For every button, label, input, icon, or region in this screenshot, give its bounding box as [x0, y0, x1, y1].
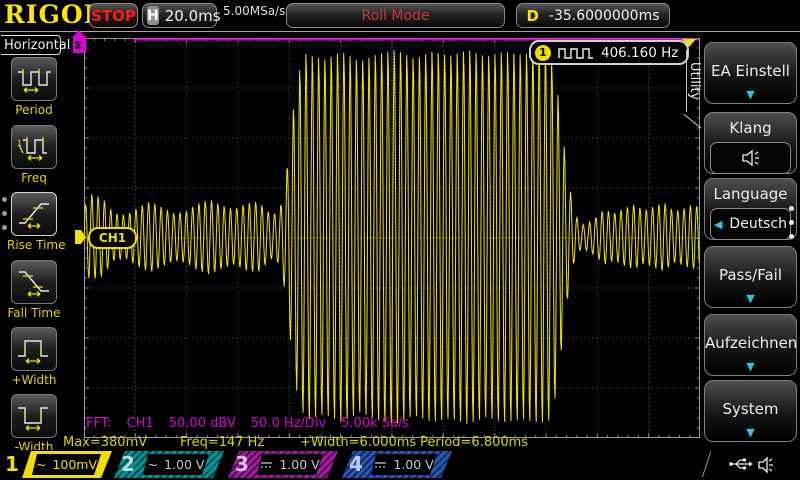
- left-menu-title: Horizontal: [1, 35, 61, 55]
- ac-coupling-icon: ~: [36, 457, 46, 472]
- language-selector[interactable]: ◀ Deutsch: [710, 208, 791, 240]
- topbar-separator: [0, 31, 800, 32]
- chevron-down-icon: ▼: [705, 426, 796, 439]
- freq-counter-channel-badge: 1: [535, 45, 551, 61]
- ch1-status-block[interactable]: ~ 100mV: [22, 451, 112, 478]
- menu-item-pos-width[interactable]: +Width: [7, 327, 61, 387]
- channel-status-bar: 1 ~ 100mV 2 ~ 1.00 V 3 1.00 V 4: [0, 450, 800, 480]
- ch1-scale: 100mV: [52, 457, 97, 472]
- freq-counter-value: 406.160 Hz: [601, 45, 678, 61]
- usb-icon: [728, 456, 754, 472]
- klang-toggle[interactable]: [710, 142, 791, 174]
- delay-display: D -35.6000000ms: [516, 3, 670, 28]
- speaker-icon: [756, 456, 776, 474]
- dc-coupling-icon: [374, 460, 387, 470]
- measurement-freq: Freq=147 Hz: [180, 435, 264, 450]
- negative-width-icon[interactable]: [11, 394, 57, 438]
- frequency-counter-readout: 1 406.160 Hz: [529, 40, 689, 65]
- frequency-icon[interactable]: 1: [11, 125, 57, 169]
- menu-item-label: Fall Time: [7, 306, 61, 320]
- svg-text:1: 1: [17, 139, 22, 148]
- ch2-scale: 1.00 V: [164, 457, 204, 472]
- delay-value: -35.6000000ms: [549, 8, 660, 24]
- menu-item-neg-width[interactable]: -Width: [7, 394, 61, 454]
- ch1-number[interactable]: 1: [5, 452, 19, 476]
- acquisition-mode-display: Roll Mode: [286, 3, 505, 28]
- timebase-display: H 20.0ms: [142, 3, 217, 28]
- menu-item-period[interactable]: Period: [7, 57, 61, 117]
- sample-rate-readout: 5.00MSa/s: [223, 4, 285, 18]
- dc-coupling-icon: [260, 460, 273, 470]
- fft-source: CH1: [127, 416, 154, 431]
- graticule-waveform-svg: [84, 38, 700, 438]
- measurement-pwidth: +Width=6.000ms: [300, 435, 416, 450]
- chevron-left-icon: ◀: [714, 218, 722, 231]
- menu-item-label: Period: [7, 103, 61, 117]
- utility-menu-tab: Utility: [686, 50, 702, 112]
- square-wave-icon: [558, 46, 594, 59]
- top-status-bar: RIGOL STOP H 20.0ms 5.00MSa/s Roll Mode …: [0, 0, 800, 31]
- right-menu-page-dots: [789, 206, 794, 239]
- waveform-display-area: M CH1 1 406.160 Hz FFT: CH1 50.00 dBV 50…: [84, 38, 700, 438]
- delay-badge: D: [526, 7, 538, 25]
- chevron-down-icon: ▼: [705, 360, 796, 373]
- period-icon[interactable]: [11, 57, 57, 101]
- ch2-status-block[interactable]: 2 ~ 1.00 V: [114, 451, 224, 478]
- ch1-trace-label: CH1: [88, 227, 137, 249]
- run-state-indicator[interactable]: STOP: [89, 3, 138, 28]
- ch4-scale: 1.00 V: [393, 457, 433, 472]
- fft-ref-scale: 50.00 dBV: [169, 416, 236, 431]
- fft-status-line: FFT: CH1 50.00 dBV 50.0 Hz/Div 5.00k Sa/…: [86, 416, 409, 431]
- ch3-number: 3: [235, 452, 249, 476]
- horizontal-measure-menu: Horizontal Period 1 Freq: [0, 32, 66, 480]
- fft-prefix: FFT:: [86, 416, 112, 431]
- menu-item-label: Freq: [7, 171, 61, 185]
- positive-width-icon[interactable]: [11, 327, 57, 371]
- menu-button-klang[interactable]: Klang: [704, 112, 797, 174]
- chevron-down-icon: ▼: [705, 292, 796, 305]
- menu-button-aufzeichnen[interactable]: Aufzeichnen ▼: [704, 314, 797, 376]
- menu-button-ea-einstell[interactable]: EA Einstell ▼: [704, 42, 797, 104]
- fft-hdiv: 50.0 Hz/Div: [251, 416, 326, 431]
- menu-item-freq[interactable]: 1 Freq: [7, 125, 61, 185]
- menu-button-pass-fail[interactable]: Pass/Fail ▼: [704, 246, 797, 308]
- math-trace-marker: M: [73, 36, 86, 53]
- rise-time-icon[interactable]: [11, 192, 57, 236]
- menu-button-system[interactable]: System ▼: [704, 380, 797, 442]
- fall-time-icon[interactable]: [11, 260, 57, 304]
- ch4-status-block[interactable]: 4 1.00 V: [342, 451, 452, 478]
- left-menu-page-dots: [2, 197, 7, 230]
- speaker-icon: [739, 149, 763, 167]
- menu-item-rise-time[interactable]: Rise Time: [7, 192, 61, 252]
- ac-coupling-icon: ~: [148, 457, 158, 472]
- ch2-number: 2: [121, 452, 135, 476]
- menu-item-label: Rise Time: [7, 238, 61, 252]
- horizontal-badge: H: [147, 6, 159, 25]
- rigol-logo: RIGOL: [4, 0, 102, 29]
- ch3-scale: 1.00 V: [279, 457, 319, 472]
- measurement-max: Max=380mV: [63, 435, 147, 450]
- chevron-down-icon: ▼: [705, 88, 796, 101]
- menu-item-label: +Width: [7, 373, 61, 387]
- measurement-period: Period=6.800ms: [420, 435, 528, 450]
- language-value: Deutsch: [729, 216, 787, 232]
- menu-button-language[interactable]: Language ◀ Deutsch: [704, 178, 797, 240]
- ch4-number: 4: [349, 452, 363, 476]
- timebase-value: 20.0ms: [165, 7, 221, 25]
- ch3-status-block[interactable]: 3 1.00 V: [228, 451, 338, 478]
- menu-item-fall-time[interactable]: Fall Time: [7, 260, 61, 320]
- fft-sample-rate: 5.00k Sa/s: [341, 416, 409, 431]
